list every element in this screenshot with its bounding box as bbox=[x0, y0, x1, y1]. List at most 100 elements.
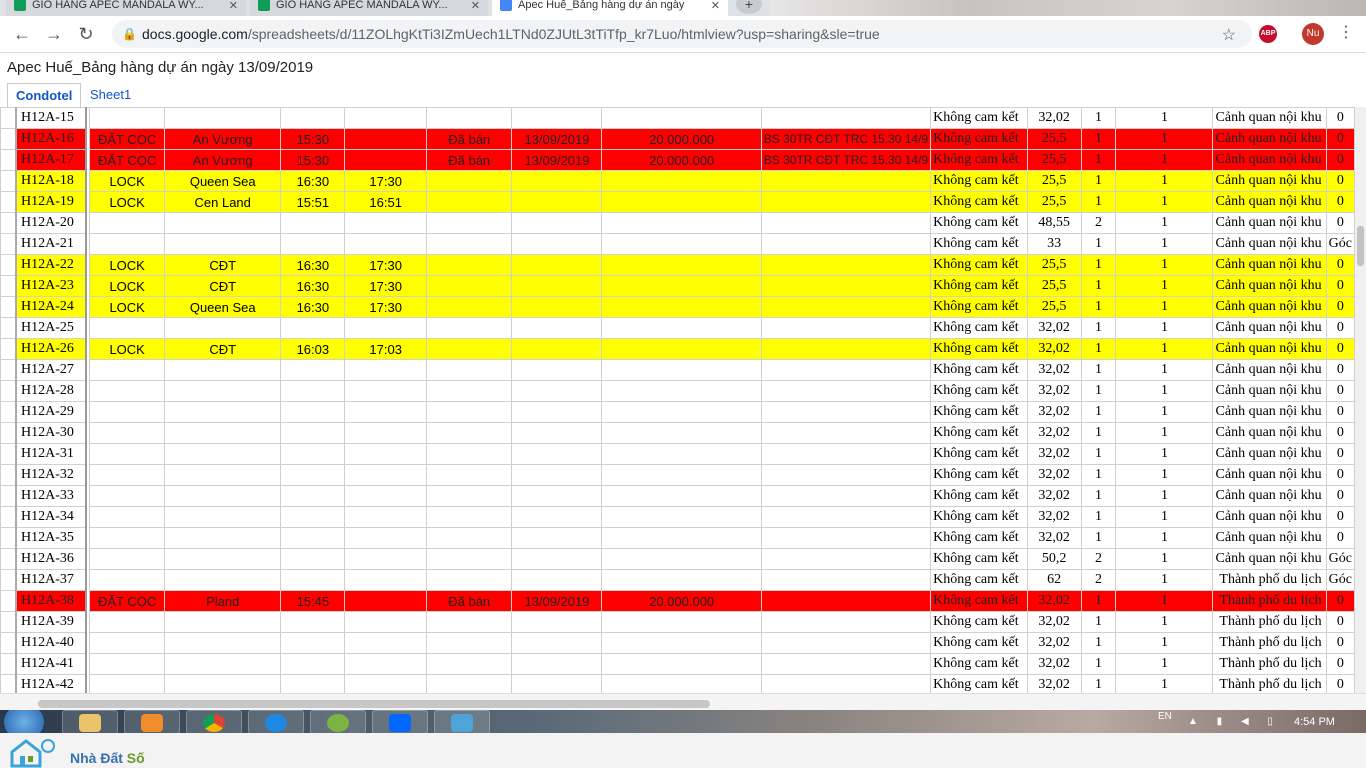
view-cell[interactable]: Cảnh quan nội khu bbox=[1212, 380, 1327, 402]
sold-cell[interactable] bbox=[425, 548, 513, 570]
area-cell[interactable]: 25,5 bbox=[1026, 128, 1082, 150]
time-start-cell[interactable]: 15:30 bbox=[280, 149, 346, 171]
status-cell[interactable]: ĐẶT CỌC bbox=[89, 128, 166, 150]
bedrooms-cell[interactable]: 1 bbox=[1080, 107, 1117, 129]
view-cell[interactable]: Cảnh quan nội khu bbox=[1212, 107, 1327, 129]
area-cell[interactable]: 50,2 bbox=[1026, 548, 1082, 570]
commitment-cell[interactable]: Không cam kết bbox=[930, 212, 1028, 234]
note-cell[interactable] bbox=[760, 296, 932, 318]
time-end-cell[interactable] bbox=[344, 380, 427, 402]
agent-cell[interactable]: Queen Sea bbox=[164, 170, 282, 192]
note-cell[interactable] bbox=[760, 212, 932, 234]
date-cell[interactable] bbox=[511, 506, 603, 528]
date-cell[interactable] bbox=[511, 191, 603, 213]
deposit-cell[interactable] bbox=[601, 338, 762, 360]
status-cell[interactable] bbox=[89, 632, 166, 654]
status-cell[interactable] bbox=[89, 464, 166, 486]
note-cell[interactable] bbox=[760, 317, 932, 339]
unit-code-cell[interactable]: H12A-29 bbox=[15, 401, 87, 423]
sold-cell[interactable] bbox=[425, 254, 513, 276]
date-cell[interactable] bbox=[511, 527, 603, 549]
extra-cell[interactable]: 0 bbox=[1325, 527, 1355, 549]
unit-code-cell[interactable]: H12A-39 bbox=[15, 611, 87, 633]
bathrooms-cell[interactable]: 1 bbox=[1115, 506, 1214, 528]
commitment-cell[interactable]: Không cam kết bbox=[930, 443, 1028, 465]
bathrooms-cell[interactable]: 1 bbox=[1115, 653, 1214, 675]
deposit-cell[interactable] bbox=[601, 674, 762, 693]
sold-cell[interactable] bbox=[425, 422, 513, 444]
time-end-cell[interactable] bbox=[344, 359, 427, 381]
reload-icon[interactable]: ↻ bbox=[74, 22, 98, 46]
bathrooms-cell[interactable]: 1 bbox=[1115, 149, 1214, 171]
deposit-cell[interactable] bbox=[601, 275, 762, 297]
unit-code-cell[interactable]: H12A-28 bbox=[15, 380, 87, 402]
forward-arrow-icon[interactable]: → bbox=[42, 22, 66, 46]
agent-cell[interactable] bbox=[164, 464, 282, 486]
time-end-cell[interactable] bbox=[344, 632, 427, 654]
commitment-cell[interactable]: Không cam kết bbox=[930, 506, 1028, 528]
commitment-cell[interactable]: Không cam kết bbox=[930, 632, 1028, 654]
bedrooms-cell[interactable]: 1 bbox=[1080, 296, 1117, 318]
unit-code-cell[interactable]: H12A-34 bbox=[15, 506, 87, 528]
date-cell[interactable] bbox=[511, 212, 603, 234]
extra-cell[interactable]: 0 bbox=[1325, 191, 1355, 213]
area-cell[interactable]: 25,5 bbox=[1026, 275, 1082, 297]
status-cell[interactable] bbox=[89, 233, 166, 255]
deposit-cell[interactable] bbox=[601, 296, 762, 318]
bedrooms-cell[interactable]: 1 bbox=[1080, 359, 1117, 381]
deposit-cell[interactable] bbox=[601, 191, 762, 213]
bathrooms-cell[interactable]: 1 bbox=[1115, 128, 1214, 150]
date-cell[interactable] bbox=[511, 401, 603, 423]
view-cell[interactable]: Cảnh quan nội khu bbox=[1212, 212, 1327, 234]
deposit-cell[interactable] bbox=[601, 170, 762, 192]
status-cell[interactable] bbox=[89, 611, 166, 633]
sold-cell[interactable] bbox=[425, 632, 513, 654]
status-cell[interactable]: ĐẶT CỌC bbox=[89, 149, 166, 171]
extra-cell[interactable]: 0 bbox=[1325, 212, 1355, 234]
address-bar[interactable]: 🔒 docs.google.com/spreadsheets/d/11ZOLhg… bbox=[112, 20, 1252, 48]
time-start-cell[interactable] bbox=[280, 548, 346, 570]
time-end-cell[interactable] bbox=[344, 674, 427, 693]
area-cell[interactable]: 32,02 bbox=[1026, 422, 1082, 444]
time-end-cell[interactable]: 17:30 bbox=[344, 254, 427, 276]
vertical-scroll-thumb[interactable] bbox=[1357, 226, 1364, 266]
sold-cell[interactable] bbox=[425, 317, 513, 339]
unit-code-cell[interactable]: H12A-40 bbox=[15, 632, 87, 654]
time-start-cell[interactable] bbox=[280, 233, 346, 255]
tab-sheet1[interactable]: Sheet1 bbox=[82, 83, 139, 107]
date-cell[interactable] bbox=[511, 254, 603, 276]
status-cell[interactable] bbox=[89, 359, 166, 381]
folder-icon[interactable] bbox=[62, 710, 118, 733]
view-cell[interactable]: Cảnh quan nội khu bbox=[1212, 443, 1327, 465]
status-cell[interactable] bbox=[89, 212, 166, 234]
sold-cell[interactable]: Đã bán bbox=[425, 149, 513, 171]
media-player-icon[interactable] bbox=[124, 710, 180, 733]
time-start-cell[interactable] bbox=[280, 380, 346, 402]
status-cell[interactable] bbox=[89, 401, 166, 423]
date-cell[interactable] bbox=[511, 359, 603, 381]
browser-tab-3[interactable]: Apec Huế_Bảng hàng dự án ngày ✕ bbox=[492, 0, 728, 16]
bedrooms-cell[interactable]: 1 bbox=[1080, 149, 1117, 171]
time-end-cell[interactable] bbox=[344, 422, 427, 444]
time-end-cell[interactable] bbox=[344, 527, 427, 549]
bathrooms-cell[interactable]: 1 bbox=[1115, 275, 1214, 297]
agent-cell[interactable] bbox=[164, 233, 282, 255]
area-cell[interactable]: 32,02 bbox=[1026, 506, 1082, 528]
note-cell[interactable] bbox=[760, 233, 932, 255]
time-start-cell[interactable]: 15:51 bbox=[280, 191, 346, 213]
deposit-cell[interactable] bbox=[601, 107, 762, 129]
system-clock[interactable]: 4:54 PM bbox=[1294, 716, 1335, 728]
note-cell[interactable] bbox=[760, 527, 932, 549]
agent-cell[interactable] bbox=[164, 611, 282, 633]
sold-cell[interactable] bbox=[425, 359, 513, 381]
time-start-cell[interactable] bbox=[280, 632, 346, 654]
date-cell[interactable] bbox=[511, 170, 603, 192]
view-cell[interactable]: Cảnh quan nội khu bbox=[1212, 464, 1327, 486]
bathrooms-cell[interactable]: 1 bbox=[1115, 401, 1214, 423]
commitment-cell[interactable]: Không cam kết bbox=[930, 317, 1028, 339]
note-cell[interactable]: BS 30TR CĐT TRC 15.30 14/9 bbox=[760, 149, 932, 171]
sold-cell[interactable] bbox=[425, 233, 513, 255]
bedrooms-cell[interactable]: 2 bbox=[1080, 569, 1117, 591]
status-cell[interactable]: ĐẶT CỌC bbox=[89, 590, 166, 612]
area-cell[interactable]: 32,02 bbox=[1026, 590, 1082, 612]
